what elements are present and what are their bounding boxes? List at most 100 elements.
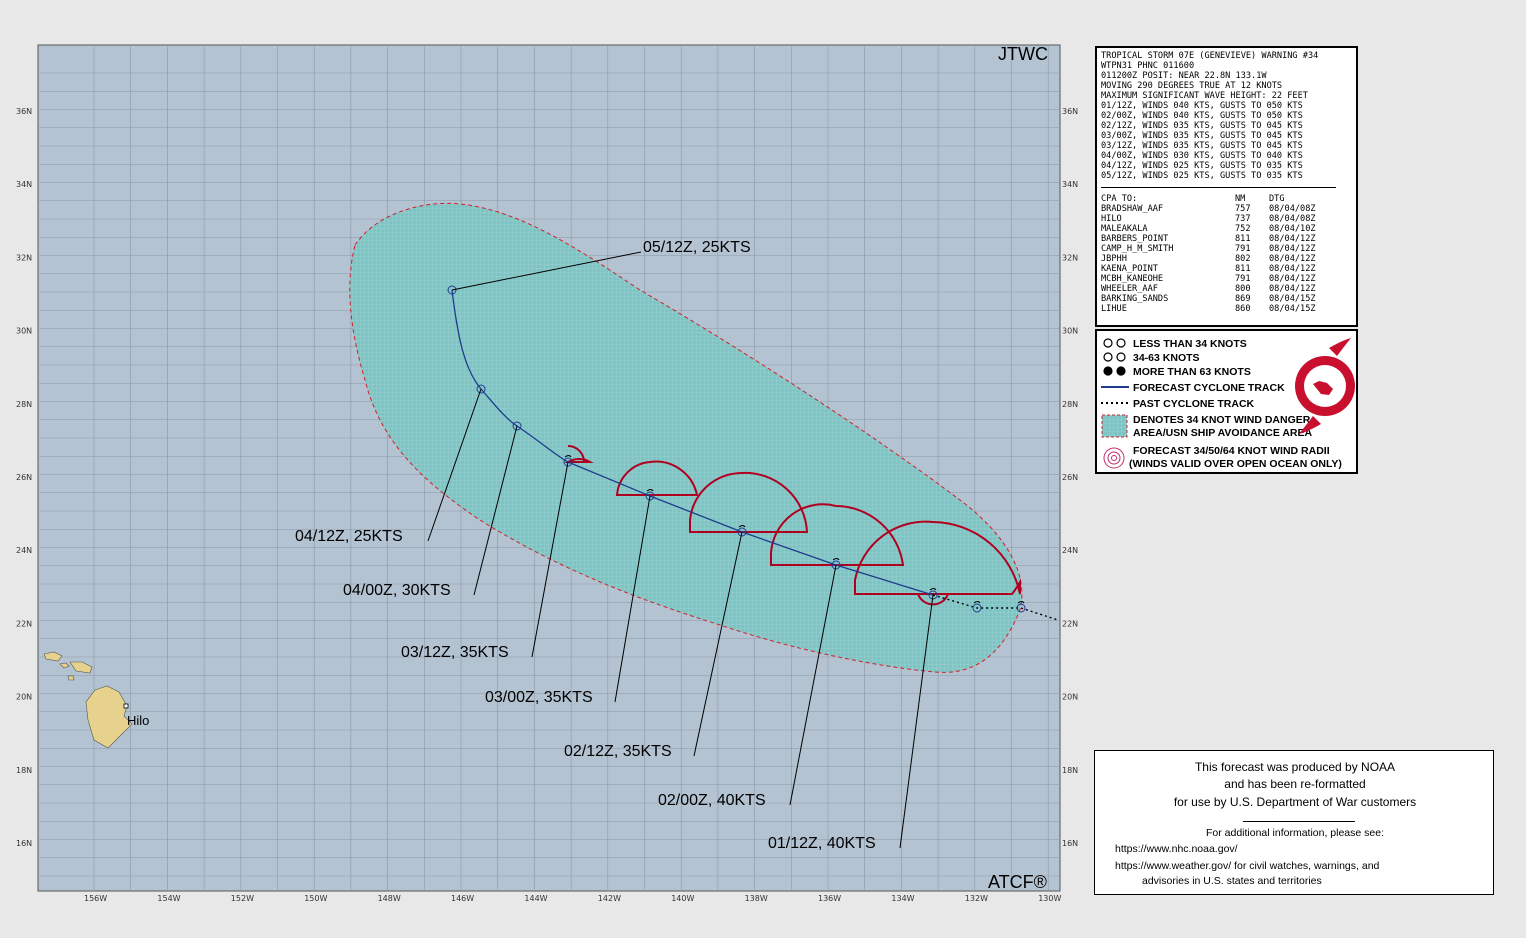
note-line-2: and has been re-formatted: [1224, 777, 1366, 791]
cpa-station: HILO: [1101, 214, 1122, 224]
cpa-nm: 800: [1235, 284, 1251, 294]
cpa-header-station: CPA TO:: [1101, 194, 1138, 204]
warning-line: 01/12Z, WINDS 040 KTS, GUSTS TO 050 KTS: [1101, 101, 1303, 111]
warning-line: 04/00Z, WINDS 030 KTS, GUSTS TO 040 KTS: [1101, 151, 1303, 161]
lon-label: 142W: [598, 894, 621, 903]
legend-radii-2: (WINDS VALID OVER OPEN OCEAN ONLY): [1129, 458, 1342, 470]
lon-label: 130W: [1038, 894, 1061, 903]
cpa-row: LIHUE 860 08/04/15Z: [1101, 304, 1316, 314]
note-divider: [1243, 821, 1355, 822]
cpa-dtg: 08/04/08Z: [1269, 204, 1316, 214]
lon-label: 140W: [671, 894, 694, 903]
lon-label: 150W: [304, 894, 327, 903]
forecast-label: 04/00Z, 30KTS: [343, 582, 451, 599]
lat-label-left: 28N: [16, 400, 32, 409]
note-line-7: advisories in U.S. states and territorie…: [1142, 875, 1322, 887]
cpa-nm: 869: [1235, 294, 1251, 304]
cpa-nm: 860: [1235, 304, 1251, 314]
cpa-table: CPA TO: NM DTG BRADSHAW_AAF 757 08/04/08Z H…: [1101, 194, 1316, 314]
lat-label-left: 24N: [16, 546, 32, 555]
cpa-nm: 757: [1235, 204, 1251, 214]
cpa-station: LIHUE: [1101, 304, 1127, 314]
cpa-nm: 737: [1235, 214, 1251, 224]
cpa-row: MCBH_KANEOHE 791 08/04/12Z: [1101, 274, 1316, 284]
forecast-label: 05/12Z, 25KTS: [643, 239, 751, 256]
cpa-row: KAENA_POINT 811 08/04/12Z: [1101, 264, 1316, 274]
legend-more-63: MORE THAN 63 KNOTS: [1133, 366, 1251, 378]
lat-label-left: 16N: [16, 839, 32, 848]
lat-label-right: 28N: [1062, 400, 1078, 409]
lon-label: 146W: [451, 894, 474, 903]
atcf-label: ATCF®: [988, 872, 1047, 892]
cpa-row: CAMP_H_M_SMITH 791 08/04/12Z: [1101, 244, 1316, 254]
jtwc-seal-icon: [1295, 338, 1355, 434]
warning-line: WTPN31 PHNC 011600: [1101, 61, 1195, 71]
forecast-label: 03/12Z, 35KTS: [401, 644, 509, 661]
cpa-dtg: 08/04/15Z: [1269, 304, 1316, 314]
lat-label-right: 32N: [1062, 253, 1078, 262]
warning-header-lines: WTPN31 PHNC 011600 011200Z POSIT: NEAR 22…: [1101, 61, 1352, 181]
cpa-nm: 811: [1235, 264, 1251, 274]
warning-divider: [1101, 187, 1336, 188]
cpa-dtg: 08/04/12Z: [1269, 234, 1316, 244]
note-line-4: For additional information, please see:: [1205, 827, 1385, 839]
warning-line: 02/12Z, WINDS 035 KTS, GUSTS TO 045 KTS: [1101, 121, 1303, 131]
warning-line: 04/12Z, WINDS 025 KTS, GUSTS TO 035 KTS: [1101, 161, 1303, 171]
lon-label: 152W: [231, 894, 254, 903]
warning-line: 03/12Z, WINDS 035 KTS, GUSTS TO 045 KTS: [1101, 141, 1303, 151]
lat-label-left: 36N: [16, 107, 32, 116]
lon-label: 154W: [157, 894, 180, 903]
cpa-header-row: CPA TO: NM DTG: [1101, 194, 1316, 204]
lat-label-left: 22N: [16, 619, 32, 628]
lon-label: 136W: [818, 894, 841, 903]
warning-line: MOVING 290 DEGREES TRUE AT 12 KNOTS: [1101, 81, 1283, 91]
lon-label: 148W: [378, 894, 401, 903]
cpa-station: WHEELER_AAF: [1101, 284, 1158, 294]
cpa-station: CAMP_H_M_SMITH: [1101, 244, 1174, 254]
note-link-nws[interactable]: https://www.weather.gov/ for civil watch…: [1115, 860, 1379, 872]
legend-symbols: [1101, 338, 1129, 469]
cpa-dtg: 08/04/12Z: [1269, 264, 1316, 274]
warning-title: TROPICAL STORM 07E (GENEVIEVE) WARNING #…: [1101, 51, 1319, 61]
cpa-station: BARKING_SANDS: [1101, 294, 1169, 304]
lon-label: 134W: [891, 894, 914, 903]
legend-past-track: PAST CYCLONE TRACK: [1133, 398, 1255, 410]
cpa-nm: 802: [1235, 254, 1251, 264]
warning-line: 02/00Z, WINDS 040 KTS, GUSTS TO 050 KTS: [1101, 111, 1303, 121]
cpa-row: BARBERS_POINT 811 08/04/12Z: [1101, 234, 1316, 244]
cpa-station: JBPHH: [1101, 254, 1127, 264]
cpa-dtg: 08/04/15Z: [1269, 294, 1316, 304]
legend-panel: LESS THAN 34 KNOTS 34-63 KNOTS MORE THAN…: [1095, 329, 1358, 474]
warning-panel: TROPICAL STORM 07E (GENEVIEVE) WARNING #…: [1095, 46, 1358, 327]
city-marker: [123, 703, 129, 709]
legend-forecast-track: FORECAST CYCLONE TRACK: [1133, 382, 1285, 394]
lat-label-right: 36N: [1062, 107, 1078, 116]
note-link-nhc[interactable]: https://www.nhc.noaa.gov/: [1115, 843, 1238, 855]
legend-danger-1: DENOTES 34 KNOT WIND DANGER: [1133, 414, 1311, 426]
warning-line: MAXIMUM SIGNIFICANT WAVE HEIGHT: 22 FEET: [1101, 91, 1308, 101]
cpa-dtg: 08/04/12Z: [1269, 254, 1316, 264]
cpa-nm: 791: [1235, 244, 1251, 254]
lat-label-right: 18N: [1062, 766, 1078, 775]
agency-label: JTWC: [998, 44, 1048, 64]
cpa-dtg: 08/04/12Z: [1269, 274, 1316, 284]
note-line-1: This forecast was produced by NOAA: [1194, 760, 1396, 774]
cpa-nm: 752: [1235, 224, 1251, 234]
lat-label-left: 20N: [16, 693, 32, 702]
lat-label-left: 18N: [16, 766, 32, 775]
legend-radii-1: FORECAST 34/50/64 KNOT WIND RADII: [1133, 445, 1330, 457]
lon-label: 138W: [745, 894, 768, 903]
cpa-nm: 791: [1235, 274, 1251, 284]
lat-label-right: 16N: [1062, 839, 1078, 848]
lat-label-left: 30N: [16, 327, 32, 336]
cpa-station: MCBH_KANEOHE: [1101, 274, 1164, 284]
lat-label-right: 34N: [1062, 180, 1078, 189]
lat-label-left: 26N: [16, 473, 32, 482]
legend-less-34: LESS THAN 34 KNOTS: [1133, 338, 1247, 350]
cpa-dtg: 08/04/12Z: [1269, 284, 1316, 294]
lon-label: 144W: [524, 894, 547, 903]
city-label: Hilo: [127, 713, 149, 728]
noaa-note-panel: This forecast was produced by NOAA and h…: [1094, 750, 1494, 895]
cpa-nm: 811: [1235, 234, 1251, 244]
track-map: 05/12Z, 25KTS 04/12Z, 25KTS 04/00Z, 30KTS 0…: [16, 44, 1078, 903]
